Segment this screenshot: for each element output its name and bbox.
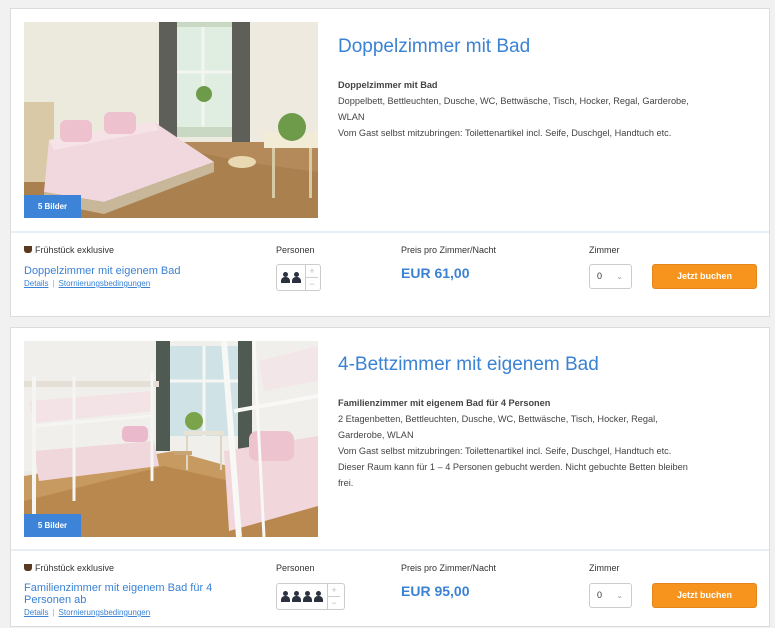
link-separator: | — [52, 608, 55, 617]
divider — [11, 231, 769, 233]
room-photo[interactable]: 5 Bilder — [24, 341, 318, 537]
coffee-cup-icon — [24, 564, 32, 572]
description-line: 2 Etagenbetten, Bettleuchten, Dusche, WC… — [338, 414, 658, 424]
meal-plan-label: Frühstück exklusive — [35, 245, 115, 255]
description-heading: Doppelzimmer mit Bad — [338, 80, 438, 90]
rooms-quantity-value: 0 — [597, 271, 603, 281]
book-now-button[interactable]: Jetzt buchen — [652, 264, 757, 289]
persons-selector: + − — [276, 583, 345, 610]
persons-header: Personen — [276, 563, 315, 573]
room-description: Doppelzimmer mit Bad Doppelbett, Bettleu… — [338, 77, 738, 141]
persons-selector: + − — [276, 264, 321, 291]
plus-icon[interactable]: + — [328, 584, 340, 596]
price-value: EUR 95,00 — [401, 583, 470, 599]
room-description: Familienzimmer mit eigenem Bad für 4 Per… — [338, 395, 738, 491]
person-icons — [277, 272, 305, 283]
details-link[interactable]: Details — [24, 279, 48, 288]
room-title: Doppelzimmer mit Bad — [338, 36, 531, 57]
divider — [11, 549, 769, 551]
meal-plan-label: Frühstück exklusive — [35, 563, 115, 573]
description-line: frei. — [338, 478, 354, 488]
images-count-badge[interactable]: 5 Bilder — [24, 195, 81, 218]
persons-header: Personen — [276, 245, 315, 255]
person-icon — [281, 272, 290, 283]
minus-icon[interactable]: − — [306, 277, 318, 290]
cancellation-policy-link[interactable]: Stornierungsbedingungen — [59, 608, 151, 617]
rooms-quantity-select[interactable]: 0 ⌄ — [589, 583, 632, 608]
link-separator: | — [52, 279, 55, 288]
person-icon — [303, 591, 312, 602]
rate-links: Details | Stornierungsbedingungen — [24, 608, 150, 617]
coffee-cup-icon — [24, 246, 32, 254]
rooms-header: Zimmer — [589, 563, 620, 573]
person-icons — [277, 591, 327, 602]
person-icon — [281, 591, 290, 602]
details-link[interactable]: Details — [24, 608, 48, 617]
meal-plan: Frühstück exklusive — [24, 245, 114, 255]
room-photo-image — [24, 341, 318, 537]
book-now-button[interactable]: Jetzt buchen — [652, 583, 757, 608]
minus-icon[interactable]: − — [328, 596, 340, 609]
person-icon — [314, 591, 323, 602]
room-card-doppelzimmer: 5 Bilder Doppelzimmer mit Bad Doppelzimm… — [10, 8, 770, 317]
room-photo[interactable]: 5 Bilder — [24, 22, 318, 218]
description-line: WLAN — [338, 112, 365, 122]
rooms-quantity-value: 0 — [597, 590, 603, 600]
description-heading: Familienzimmer mit eigenem Bad für 4 Per… — [338, 398, 551, 408]
price-header: Preis pro Zimmer/Nacht — [401, 245, 497, 255]
persons-stepper: + − — [327, 584, 340, 609]
person-icon — [292, 272, 301, 283]
plus-icon[interactable]: + — [306, 265, 318, 277]
meal-plan: Frühstück exklusive — [24, 563, 114, 573]
room-card-4-bettzimmer: 5 Bilder 4-Bettzimmer mit eigenem Bad Fa… — [10, 327, 770, 627]
room-title: 4-Bettzimmer mit eigenem Bad — [338, 354, 599, 375]
description-line: Garderobe, WLAN — [338, 430, 414, 440]
chevron-down-icon: ⌄ — [616, 272, 623, 281]
rooms-header: Zimmer — [589, 245, 620, 255]
room-photo-image — [24, 22, 318, 218]
rooms-quantity-select[interactable]: 0 ⌄ — [589, 264, 632, 289]
rate-links: Details | Stornierungsbedingungen — [24, 279, 150, 288]
price-header: Preis pro Zimmer/Nacht — [401, 563, 497, 573]
cancellation-policy-link[interactable]: Stornierungsbedingungen — [59, 279, 151, 288]
description-line: Dieser Raum kann für 1 – 4 Personen gebu… — [338, 462, 688, 472]
rate-name-link[interactable]: Familienzimmer mit eigenem Bad für 4 Per… — [24, 582, 244, 606]
price-value: EUR 61,00 — [401, 265, 470, 281]
person-icon — [292, 591, 301, 602]
description-line: Vom Gast selbst mitzubringen: Toilettena… — [338, 128, 672, 138]
images-count-badge[interactable]: 5 Bilder — [24, 514, 81, 537]
persons-stepper: + − — [305, 265, 318, 290]
rate-name-link[interactable]: Doppelzimmer mit eigenem Bad — [24, 265, 181, 277]
description-line: Doppelbett, Bettleuchten, Dusche, WC, Be… — [338, 96, 689, 106]
chevron-down-icon: ⌄ — [616, 591, 623, 600]
description-line: Vom Gast selbst mitzubringen: Toilettena… — [338, 446, 672, 456]
